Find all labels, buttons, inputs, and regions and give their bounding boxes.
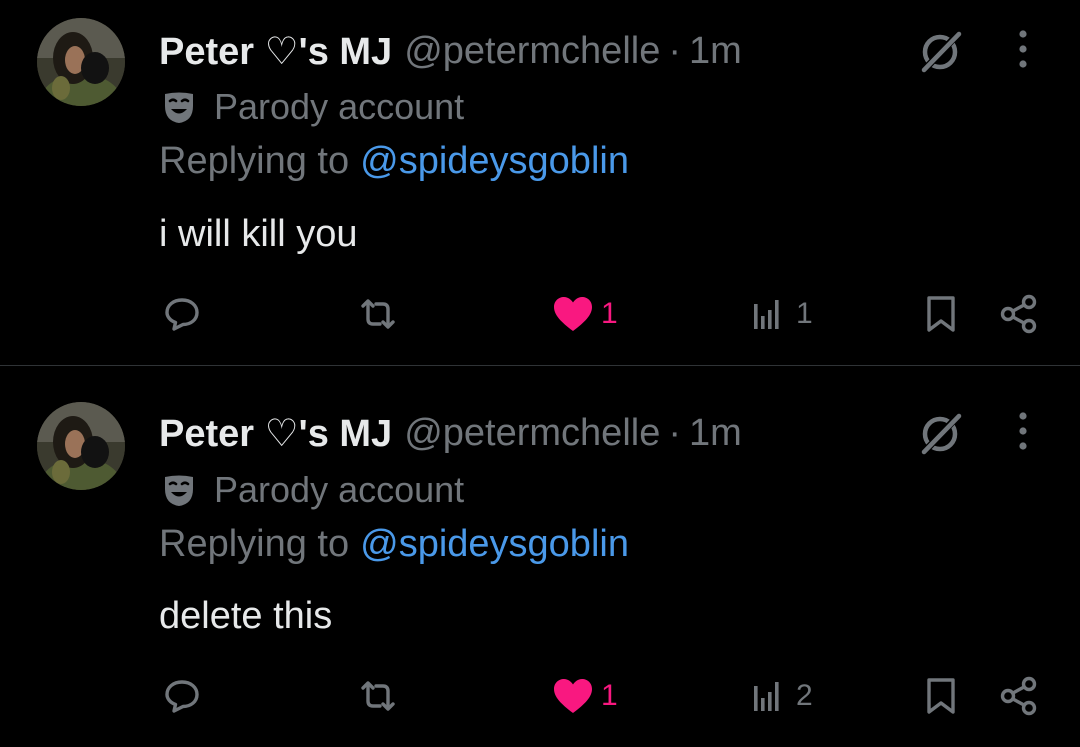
parody-badge: Parody account (162, 467, 464, 513)
view-count: 1 (796, 297, 813, 330)
action-bar: 1 1 (0, 290, 1080, 338)
bookmark-button[interactable] (919, 672, 963, 720)
reply-bubble-icon (160, 674, 204, 718)
parody-badge: Parody account (162, 84, 464, 130)
more-button[interactable] (1000, 26, 1046, 72)
more-vertical-icon (1019, 30, 1027, 68)
tweet[interactable]: Peter ♡'s MJ @petermchelle · 1m Parody a… (0, 366, 1080, 747)
views-button[interactable]: 1 (746, 290, 813, 338)
grok-button[interactable] (916, 26, 966, 76)
view-count: 2 (796, 679, 813, 712)
views-bars-icon (746, 674, 790, 718)
share-button[interactable] (997, 290, 1041, 338)
replying-handle-link[interactable]: @spideysgoblin (360, 523, 629, 566)
grok-icon (921, 31, 962, 73)
parody-label: Parody account (214, 86, 465, 127)
reply-button[interactable] (160, 672, 204, 720)
views-bars-icon (746, 292, 790, 336)
like-button[interactable]: 1 (551, 672, 618, 720)
bookmark-icon (919, 292, 963, 336)
tweet-header: Peter ♡'s MJ @petermchelle · 1m (159, 26, 742, 76)
share-icon (997, 292, 1041, 336)
reply-bubble-icon (160, 292, 204, 336)
replying-prefix: Replying to (159, 139, 350, 182)
repost-icon (356, 292, 400, 336)
repost-button[interactable] (356, 290, 400, 338)
tweet-header: Peter ♡'s MJ @petermchelle · 1m (159, 408, 742, 458)
separator-dot: · (668, 29, 681, 72)
replying-prefix: Replying to (159, 522, 350, 565)
timestamp[interactable]: 1m (689, 412, 742, 455)
heart-filled-icon (551, 292, 595, 336)
action-bar: 1 2 (0, 672, 1080, 720)
replying-to: Replying to @spideysgoblin (159, 137, 629, 185)
tweet[interactable]: Peter ♡'s MJ @petermchelle · 1m Parody a… (0, 0, 1080, 365)
display-name[interactable]: Peter ♡'s MJ (159, 29, 392, 74)
replying-to: Replying to @spideysgoblin (159, 520, 629, 568)
share-icon (997, 674, 1041, 718)
theater-mask-icon (162, 473, 196, 507)
theater-mask-icon (162, 90, 196, 124)
reply-button[interactable] (160, 290, 204, 338)
repost-button[interactable] (356, 672, 400, 720)
parody-label: Parody account (214, 469, 465, 510)
avatar[interactable] (37, 18, 125, 106)
grok-icon (921, 413, 962, 455)
repost-icon (356, 674, 400, 718)
user-handle[interactable]: @petermchelle (404, 30, 660, 73)
replying-handle-link[interactable]: @spideysgoblin (360, 140, 629, 183)
user-handle[interactable]: @petermchelle (404, 412, 660, 455)
like-count: 1 (601, 297, 618, 330)
avatar[interactable] (37, 402, 125, 490)
display-name[interactable]: Peter ♡'s MJ (159, 411, 392, 456)
more-button[interactable] (1000, 408, 1046, 454)
like-count: 1 (601, 679, 618, 712)
separator-dot: · (668, 411, 681, 454)
tweet-text: delete this (159, 594, 333, 637)
heart-filled-icon (551, 674, 595, 718)
views-button[interactable]: 2 (746, 672, 813, 720)
bookmark-icon (919, 674, 963, 718)
timestamp[interactable]: 1m (689, 30, 742, 73)
share-button[interactable] (997, 672, 1041, 720)
grok-button[interactable] (916, 408, 966, 458)
like-button[interactable]: 1 (551, 290, 618, 338)
more-vertical-icon (1019, 412, 1027, 450)
bookmark-button[interactable] (919, 290, 963, 338)
tweet-text: i will kill you (159, 212, 358, 255)
